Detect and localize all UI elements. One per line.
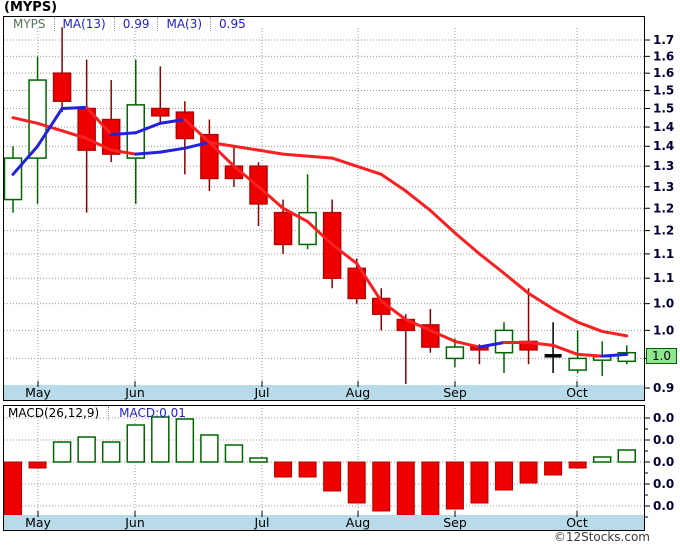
svg-text:Jun: Jun [124,515,145,530]
page-title: (MYPS) [4,0,58,15]
ma13-label: MA(13) [53,17,114,31]
svg-text:0.0: 0.0 [653,477,674,491]
macd-y-axis: 0.0 0.0 0.0 0.0 0.0 [644,411,674,518]
stock-chart-page: May Jun Jul Aug Sep Oct 1.7 1.6 1.6 1.5 1.5 1.4 1.4 1… [0,0,680,546]
price-y-axis: 1.7 1.6 1.6 1.5 1.5 1.4 1.4 1.3 1.3 1.2 1.2 1.1 1.1 1… [644,33,674,395]
price-x-axis: May Jun Jul Aug Sep Oct [4,381,644,400]
svg-text:1.5: 1.5 [653,101,674,115]
svg-text:1.2: 1.2 [653,201,674,215]
price-frame [3,16,645,401]
svg-text:1.6: 1.6 [653,66,674,80]
svg-text:1.5: 1.5 [653,84,674,98]
macd-params-label: MACD(26,12,9) [8,406,100,420]
ma3-label: MA(3) [157,17,210,31]
macd-x-axis: May Jun Jul Aug Sep Oct [4,511,644,530]
svg-text:1.0: 1.0 [653,297,674,311]
price-legend: MYPS MA(13) 0.99 MA(3) 0.95 [5,17,254,31]
svg-text:0.0: 0.0 [653,433,674,447]
svg-text:Oct: Oct [566,385,588,400]
watermark: ©12Stocks.com [553,530,650,544]
macd-gridlines [4,405,644,515]
svg-text:Aug: Aug [346,385,370,400]
symbol-label: MYPS [13,17,46,31]
svg-text:May: May [25,515,51,530]
svg-text:0.0: 0.0 [653,455,674,469]
svg-text:1.3: 1.3 [653,180,674,194]
svg-text:1.1: 1.1 [653,247,674,261]
svg-text:0.0: 0.0 [653,411,674,425]
svg-text:May: May [25,385,51,400]
svg-text:Jul: Jul [253,515,269,530]
chart-canvas: May Jun Jul Aug Sep Oct1.71.61.61.51.51.41.41… [3,16,674,531]
last-price-badge: 1.0 [646,348,677,364]
svg-text:Aug: Aug [346,515,370,530]
svg-text:1.7: 1.7 [653,33,674,47]
svg-text:0.0: 0.0 [653,499,674,513]
svg-text:0.9: 0.9 [653,381,674,395]
svg-text:1.3: 1.3 [653,159,674,173]
macd-histogram [4,416,636,516]
svg-text:Sep: Sep [443,385,467,400]
ma13-value: 0.99 [113,17,158,31]
macd-value-label: MACD:0.01 [108,406,195,420]
svg-text:1.0: 1.0 [653,323,674,337]
svg-text:1.2: 1.2 [653,224,674,238]
ma3-value: 0.95 [210,17,254,31]
svg-text:Jun: Jun [124,385,145,400]
svg-text:Jul: Jul [253,385,269,400]
svg-text:Oct: Oct [566,515,588,530]
svg-text:1.1: 1.1 [653,271,674,285]
svg-text:Sep: Sep [443,515,467,530]
svg-text:1.4: 1.4 [653,120,674,134]
macd-legend: MACD(26,12,9) MACD:0.01 [6,406,195,420]
svg-text:1.4: 1.4 [653,139,674,153]
price-gridlines [4,28,644,389]
svg-text:1.6: 1.6 [653,49,674,63]
